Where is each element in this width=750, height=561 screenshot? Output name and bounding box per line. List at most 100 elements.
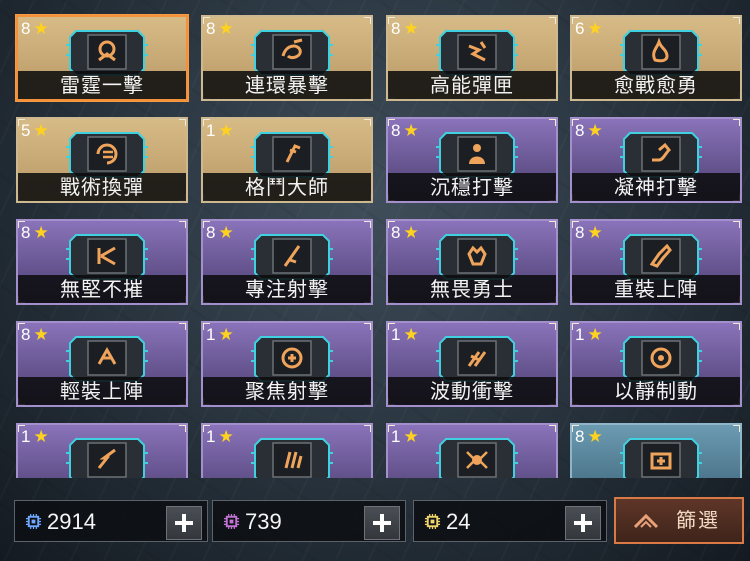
star-count: 1: [575, 325, 585, 344]
skill-card[interactable]: 8 ★ 重裝上陣: [570, 219, 742, 305]
star-count: 8: [391, 121, 401, 140]
star-count: 1: [21, 427, 31, 446]
frame-corner: [733, 17, 740, 24]
star-level: 8 ★: [21, 223, 49, 243]
star-icon: ★: [587, 325, 603, 344]
reload-icon: [66, 132, 148, 178]
star-count: 8: [206, 223, 216, 242]
bullets-icon: [251, 438, 333, 478]
resource-purple: 739: [212, 500, 406, 542]
fist-icon: [436, 234, 518, 280]
star-icon: ★: [218, 427, 234, 446]
skill-card[interactable]: 8 ★ 沉穩打擊: [386, 117, 558, 203]
star-icon: ★: [403, 427, 419, 446]
filter-chevron-icon: [633, 513, 659, 529]
skill-card[interactable]: 8 ★ 專注射擊: [201, 219, 373, 305]
skill-card[interactable]: 6 ★ 愈戰愈勇: [570, 15, 742, 101]
star-level: 1 ★: [575, 325, 603, 345]
purple-chip-icon: [223, 513, 240, 530]
star-level: 8 ★: [21, 325, 49, 345]
fire-icon: [620, 30, 702, 76]
skill-card[interactable]: 1 ★ 聚焦射擊: [201, 321, 373, 407]
resource-gold: 24: [413, 500, 607, 542]
skill-card[interactable]: 1 ★ 波動衝擊: [386, 321, 558, 407]
resource-blue: 2914: [14, 500, 208, 542]
crosshair-icon: [251, 336, 333, 382]
add-blue-resource-button[interactable]: [166, 506, 202, 540]
skill-card[interactable]: 1 ★: [386, 423, 558, 478]
add-gold-resource-button[interactable]: [565, 506, 601, 540]
frame-corner: [364, 221, 371, 228]
star-count: 8: [391, 223, 401, 242]
star-level: 1 ★: [206, 427, 234, 447]
skill-card[interactable]: 8 ★ 雷霆一擊: [16, 15, 188, 101]
star-icon: ★: [587, 19, 603, 38]
star-count: 1: [206, 121, 216, 140]
star-count: 8: [575, 223, 585, 242]
frame-corner: [549, 425, 556, 432]
skill-card[interactable]: 8 ★: [570, 423, 742, 478]
skill-card[interactable]: 1 ★: [201, 423, 373, 478]
star-level: 8 ★: [575, 223, 603, 243]
frame-corner: [179, 323, 186, 330]
skill-card[interactable]: 8 ★ 凝神打擊: [570, 117, 742, 203]
star-icon: ★: [33, 223, 49, 242]
thunder-strike-icon: [66, 30, 148, 76]
star-level: 1 ★: [391, 325, 419, 345]
skill-card[interactable]: 8 ★ 連環暴擊: [201, 15, 373, 101]
star-level: 1 ★: [21, 427, 49, 447]
skill-card-name: 輕裝上陣: [18, 377, 186, 405]
skill-card-name: 格鬥大師: [203, 173, 371, 201]
star-count: 1: [391, 427, 401, 446]
wave-impact-icon: [436, 336, 518, 382]
frame-corner: [733, 323, 740, 330]
star-count: 1: [391, 325, 401, 344]
star-icon: ★: [218, 325, 234, 344]
skill-card-name: 專注射擊: [203, 275, 371, 303]
skill-card[interactable]: 8 ★ 輕裝上陣: [16, 321, 188, 407]
add-purple-resource-button[interactable]: [364, 506, 400, 540]
star-count: 8: [21, 325, 31, 344]
star-icon: ★: [218, 223, 234, 242]
skill-card-name: 戰術換彈: [18, 173, 186, 201]
star-count: 8: [575, 121, 585, 140]
frame-corner: [179, 425, 186, 432]
skill-card-name: 沉穩打擊: [388, 173, 556, 201]
skill-card-name: 雷霆一擊: [18, 71, 186, 99]
star-level: 8 ★: [575, 121, 603, 141]
steady-strike-icon: [436, 132, 518, 178]
skill-card[interactable]: 8 ★ 無堅不摧: [16, 219, 188, 305]
star-level: 6 ★: [575, 19, 603, 39]
skill-card-name: 連環暴擊: [203, 71, 371, 99]
star-icon: ★: [403, 19, 419, 38]
frame-corner: [549, 221, 556, 228]
skill-card[interactable]: 1 ★: [16, 423, 188, 478]
star-level: 8 ★: [391, 121, 419, 141]
frame-corner: [364, 17, 371, 24]
filter-button[interactable]: 篩選: [614, 497, 744, 544]
plus-icon: [574, 514, 592, 532]
frame-corner: [549, 119, 556, 126]
plus-icon: [373, 514, 391, 532]
star-count: 8: [21, 223, 31, 242]
skill-card-grid: 8 ★ 雷霆一擊 8 ★ 連環暴擊 8 ★ 高能彈匣 6 ★ 愈戰愈勇 5 ★ 戰術換彈 1 ★ 格鬥大師 8 ★ 沉穩…: [0, 0, 750, 478]
star-icon: ★: [403, 121, 419, 140]
star-icon: ★: [587, 223, 603, 242]
gold-chip-icon: [424, 513, 441, 530]
skill-card-name: 無堅不摧: [18, 275, 186, 303]
skill-card-name: 凝神打擊: [572, 173, 740, 201]
skill-card[interactable]: 1 ★ 以靜制動: [570, 321, 742, 407]
skill-card[interactable]: 8 ★ 高能彈匣: [386, 15, 558, 101]
skill-card[interactable]: 5 ★ 戰術換彈: [16, 117, 188, 203]
skill-card-name: 無畏勇士: [388, 275, 556, 303]
skill-card-name: 重裝上陣: [572, 275, 740, 303]
plus-icon: [175, 514, 193, 532]
frame-corner: [179, 221, 186, 228]
skill-card-name: 波動衝擊: [388, 377, 556, 405]
frame-corner: [733, 425, 740, 432]
medkit-icon: [620, 438, 702, 478]
blue-chip-icon: [25, 513, 42, 530]
skill-card[interactable]: 8 ★ 無畏勇士: [386, 219, 558, 305]
skill-card[interactable]: 1 ★ 格鬥大師: [201, 117, 373, 203]
skill-card-name: 高能彈匣: [388, 71, 556, 99]
